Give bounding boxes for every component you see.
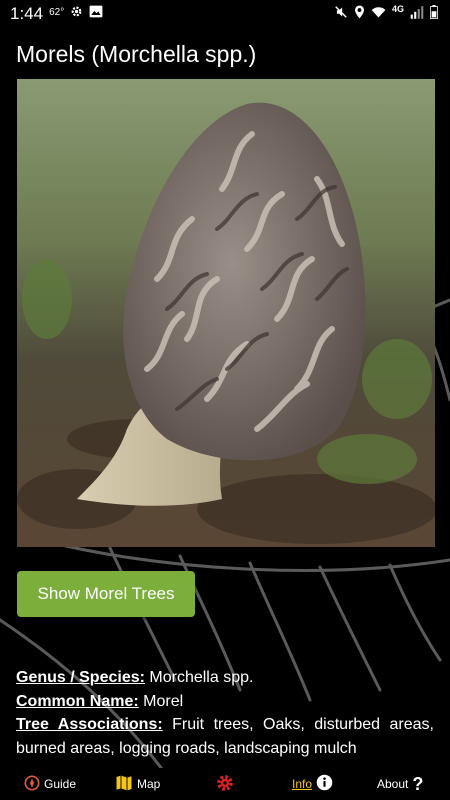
status-temperature: 62° (49, 6, 65, 18)
signal-icon (410, 5, 424, 19)
common-name-row: Common Name: Morel (16, 690, 434, 714)
morel-photo (17, 79, 435, 547)
genus-species-label: Genus / Species: (16, 669, 145, 686)
info-icon (316, 774, 333, 794)
status-bar: 1:44 62° 4G (0, 0, 450, 28)
status-time: 1:44 (10, 4, 44, 23)
mute-icon (334, 5, 348, 19)
nav-info[interactable]: Info (292, 768, 333, 800)
nav-info-label: Info (292, 777, 313, 791)
nav-map-label: Map (137, 777, 161, 791)
nav-guide-label: Guide (44, 777, 77, 791)
network-type: 4G (391, 4, 404, 14)
nav-about-label: About (377, 777, 409, 791)
nav-guide[interactable]: Guide (24, 768, 76, 800)
gear-icon (216, 774, 234, 795)
nav-map[interactable]: Map (115, 768, 160, 800)
nav-about[interactable]: About ? (377, 768, 423, 800)
wifi-icon (371, 6, 386, 19)
tree-associations-row: Tree Associations: Fruit trees, Oaks, di… (16, 713, 434, 760)
tree-associations-label: Tree Associations: (16, 716, 163, 733)
species-info: Genus / Species: Morchella spp. Common N… (16, 666, 434, 760)
show-morel-trees-button[interactable]: Show Morel Trees (17, 571, 195, 617)
status-right: 4G (334, 4, 438, 19)
common-name-label: Common Name: (16, 692, 139, 710)
battery-icon (430, 5, 438, 19)
status-left: 1:44 62° (10, 4, 103, 24)
genus-species-value: Morchella spp. (144, 669, 254, 686)
location-icon (354, 5, 365, 19)
question-icon: ? (412, 774, 424, 794)
bottom-navigation: Guide Map Info About ? (0, 768, 450, 800)
page-title: Morels (Morchella spp.) (16, 41, 257, 67)
compass-icon (24, 775, 40, 794)
settings-gear-icon (70, 5, 83, 23)
common-name-value: Morel (138, 692, 184, 710)
genus-species-row: Genus / Species: Morchella spp. (16, 666, 434, 690)
nav-settings[interactable] (216, 768, 234, 800)
map-icon (115, 774, 133, 795)
image-icon (89, 5, 103, 23)
